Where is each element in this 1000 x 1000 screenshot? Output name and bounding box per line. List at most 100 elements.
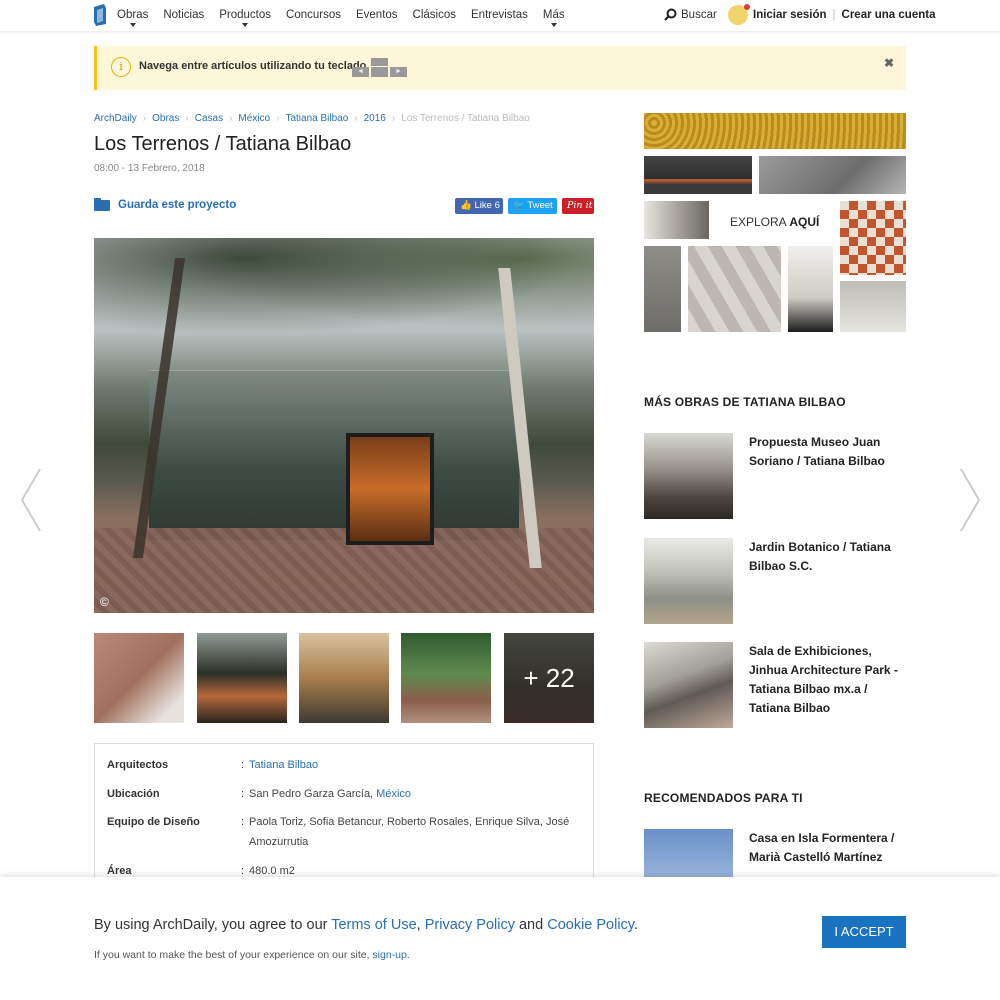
country-link[interactable]: México [376,788,411,800]
tweet-button[interactable]: 🐦 Tweet [508,198,557,214]
notice-text: Navega entre artículos utilizando tu tec… [139,60,367,72]
tweet-label: Tweet [527,200,553,211]
chevron-right-icon: › [229,113,233,124]
ad-tile [644,156,752,194]
breadcrumb-link[interactable]: 2016 [364,113,386,124]
recommended-title[interactable]: Casa en Isla Formentera / Marià Castelló… [749,829,907,867]
breadcrumb-link[interactable]: Casas [195,113,223,124]
sidebar-advertisement[interactable]: EXPLORA AQUÍ [644,113,906,333]
spec-label: Arquitectos [107,759,169,771]
cookie-consent-bar: By using ArchDaily, you agree to our Ter… [0,877,1000,1000]
nav-item-eventos[interactable]: Eventos [356,9,398,21]
spec-value: Paola Toriz, Sofia Betancur, Roberto Ros… [249,816,570,848]
nav-label: Eventos [355,9,398,21]
gallery-thumbnail[interactable] [299,633,389,723]
publish-date: 08:00 - 13 Febrero, 2018 [94,163,205,174]
more-works-heading: MÁS OBRAS DE TATIANA BILBAO [644,395,846,409]
like-count: 6 [494,200,500,211]
login-link[interactable]: Iniciar sesión [753,9,827,21]
chevron-right-icon: › [142,113,147,124]
breadcrumb-link[interactable]: Tatiana Bilbao [285,113,348,124]
folder-icon [94,197,110,211]
ad-tile [688,246,781,332]
terms-of-use-link[interactable]: Terms of Use [331,917,416,933]
gallery-thumbnail[interactable] [94,633,184,723]
ad-tile [759,156,906,194]
copyright-icon[interactable]: © [100,595,109,609]
spec-value-text: San Pedro Garza García, [249,788,377,800]
privacy-policy-link[interactable]: Privacy Policy [425,917,515,933]
breadcrumb: ArchDaily › Obras › Casas › México › Tatiana Bil… [94,113,530,124]
gallery-more-thumbnail[interactable]: + 22 [504,633,594,723]
breadcrumb-link[interactable]: ArchDaily [94,113,137,124]
down-key-icon [371,67,388,77]
spec-value: Tatiana Bilbao [249,755,579,775]
nav-item-entrevistas[interactable]: Entrevistas [471,9,528,21]
close-icon[interactable]: ✖ [884,56,894,70]
chevron-right-icon: › [276,113,280,124]
up-key-icon [371,58,388,66]
ad-tile [644,201,709,239]
nav-item-concursos[interactable]: Concursos [286,9,341,21]
next-article-arrow-icon[interactable] [955,465,985,535]
search-label: Buscar [681,8,717,21]
divider: | [832,9,836,21]
top-navigation: Obras Noticias Productos Concursos Event… [0,0,1000,32]
nav-label: Entrevistas [471,9,528,21]
avatar[interactable] [728,4,750,25]
nav-label: Noticias [163,9,205,21]
accept-cookies-button[interactable]: I ACCEPT [822,916,906,948]
ad-tile [644,246,681,332]
related-work-thumbnail[interactable] [644,538,733,624]
nav-label: Clásicos [412,9,457,21]
nav-label: Obras [117,9,149,21]
cookie-policy-link[interactable]: Cookie Policy [547,917,634,933]
caret-down-icon [129,23,136,27]
nav-item-obras[interactable]: Obras [117,9,149,27]
archdaily-logo[interactable] [92,4,108,26]
cookie-subtext: If you want to make the best of your exp… [94,949,410,961]
ad-tile [644,113,906,149]
related-work-title[interactable]: Sala de Exhibiciones, Jinhua Architectur… [749,642,907,718]
nav-item-productos[interactable]: Productos [219,9,272,27]
keyboard-navigation-notice: i Navega entre artículos utilizando tu t… [94,46,906,90]
thumbs-up-icon: 👍 [460,200,472,211]
page-title: Los Terrenos / Tatiana Bilbao [94,133,352,155]
nav-item-clasicos[interactable]: Clásicos [413,9,456,21]
gallery-thumbnail[interactable] [401,633,491,723]
previous-article-arrow-icon[interactable] [18,465,48,535]
gallery-thumbnail[interactable] [197,633,287,723]
nav-item-noticias[interactable]: Noticias [163,9,204,21]
nav-label: Productos [219,9,272,21]
related-work-title[interactable]: Propuesta Museo Juan Soriano / Tatiana B… [749,433,907,471]
recommended-heading: RECOMENDADOS PARA TI [644,791,803,805]
ad-label: EXPLORA AQUÍ [730,215,819,229]
main-project-photo[interactable]: © [94,238,594,613]
signup-link[interactable]: sign-up [372,949,406,961]
pinterest-button[interactable]: Pin it [562,198,594,214]
ad-label-bold: AQUÍ [789,215,820,229]
ad-tile [788,246,833,332]
chevron-right-icon: › [391,113,396,124]
search-button[interactable]: Buscar [664,8,717,21]
related-work-title[interactable]: Jardin Botanico / Tatiana Bilbao S.C. [749,538,907,576]
nav-item-mas[interactable]: Más [542,9,565,27]
breadcrumb-link[interactable]: Obras [152,113,179,124]
cookie-message: By using ArchDaily, you agree to our Ter… [94,917,638,933]
breadcrumb-link[interactable]: México [238,113,270,124]
spec-label: Área [107,865,132,877]
related-work-thumbnail[interactable] [644,433,733,519]
spec-colon: : [241,865,245,877]
related-work-thumbnail[interactable] [644,642,733,728]
save-project-button[interactable]: Guarda este proyecto [94,197,236,211]
signup-link[interactable]: Crear una cuenta [842,9,936,21]
architect-link[interactable]: Tatiana Bilbao [249,759,318,771]
spec-colon: : [241,759,245,771]
spec-label: Equipo de Diseño [107,816,200,828]
cookie-text: By using ArchDaily, you agree to our [94,917,332,933]
nav-label: Más [542,9,565,21]
cookie-subtext-body: If you want to make the best of your exp… [94,949,373,961]
facebook-like-button[interactable]: 👍 Like 6 [455,198,503,214]
nav-menu: Obras Noticias Productos Concursos Event… [117,9,580,27]
cookie-text: . [634,917,639,933]
